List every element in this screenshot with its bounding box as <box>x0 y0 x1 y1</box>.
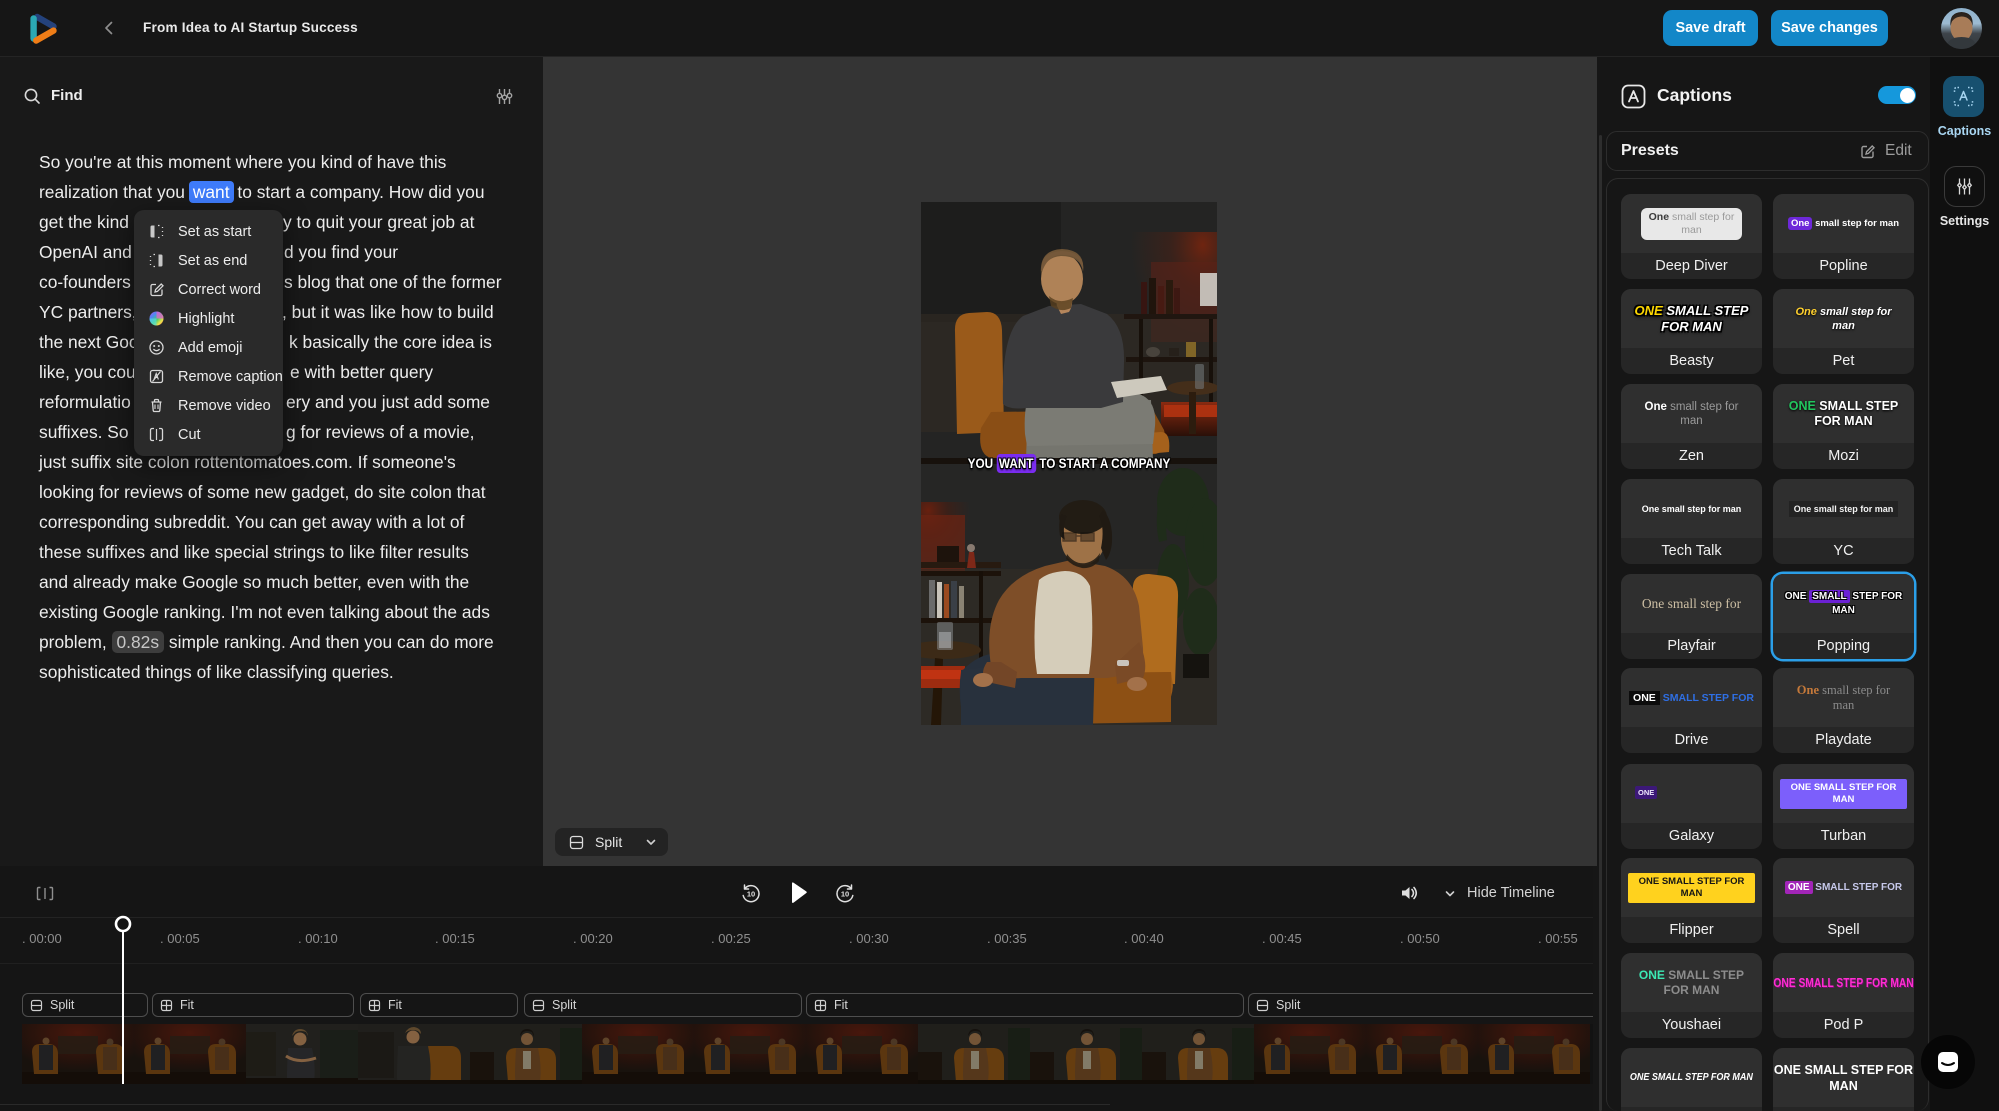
svg-text:10: 10 <box>747 890 755 899</box>
svg-text:10: 10 <box>841 890 849 899</box>
